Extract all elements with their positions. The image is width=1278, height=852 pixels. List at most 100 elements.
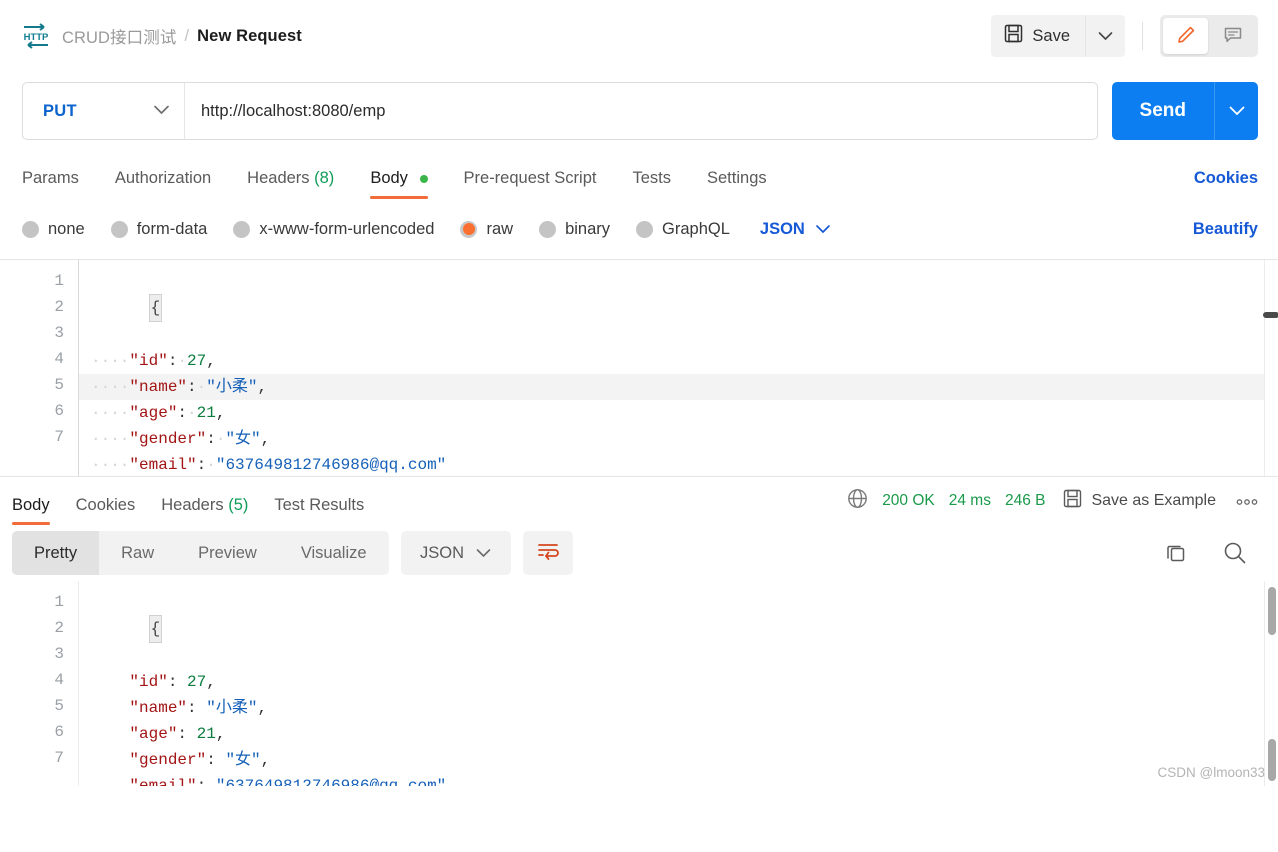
response-scrollbar-thumb-bottom[interactable] xyxy=(1268,739,1276,781)
tab-params[interactable]: Params xyxy=(22,169,79,199)
body-type-options: none form-data x-www-form-urlencoded raw… xyxy=(22,213,1258,245)
chevron-down-icon xyxy=(1098,29,1113,44)
search-icon[interactable] xyxy=(1222,540,1248,566)
request-editor-scrollbar-thumb[interactable] xyxy=(1263,312,1278,318)
line-number: 2 xyxy=(54,619,64,637)
beautify-link[interactable]: Beautify xyxy=(1193,220,1258,239)
save-as-example-button[interactable]: Save as Example xyxy=(1063,489,1216,513)
request-editor-scrollbar[interactable] xyxy=(1263,260,1278,476)
word-wrap-toggle-button[interactable] xyxy=(522,531,573,575)
code-value: "小柔" xyxy=(206,378,258,396)
body-type-binary[interactable]: binary xyxy=(539,220,610,239)
code-space: · xyxy=(196,378,207,396)
response-scrollbar[interactable] xyxy=(1264,581,1278,786)
response-headers-count: (5) xyxy=(228,496,249,514)
tab-settings[interactable]: Settings xyxy=(707,169,767,199)
tab-headers-count: (8) xyxy=(314,169,335,187)
code-value: 21 xyxy=(196,725,216,743)
http-method-label: PUT xyxy=(43,101,77,120)
line-number: 3 xyxy=(54,324,64,342)
response-scrollbar-thumb-top[interactable] xyxy=(1268,587,1276,635)
code-colon: : xyxy=(167,673,178,691)
body-type-graphql[interactable]: GraphQL xyxy=(636,220,730,239)
code-comma: , xyxy=(260,430,271,448)
url-bar: PUT http://localhost:8080/emp Send xyxy=(22,82,1258,140)
response-format-label: JSON xyxy=(420,543,465,562)
response-toolbar: Pretty Raw Preview Visualize JSON xyxy=(0,525,1278,581)
body-type-none[interactable]: none xyxy=(22,220,85,239)
comment-mode-button[interactable] xyxy=(1210,18,1255,54)
response-tab-test-results[interactable]: Test Results xyxy=(274,496,364,525)
send-button-group: Send xyxy=(1111,82,1258,140)
cookies-link[interactable]: Cookies xyxy=(1194,169,1258,199)
chevron-down-icon xyxy=(1229,104,1245,119)
response-tab-headers[interactable]: Headers (5) xyxy=(161,496,248,525)
save-button[interactable]: Save xyxy=(991,15,1085,57)
tab-authorization[interactable]: Authorization xyxy=(115,169,211,199)
tab-body[interactable]: Body xyxy=(370,169,428,199)
body-type-form-data[interactable]: form-data xyxy=(110,220,207,239)
response-code[interactable]: { "id": 27, "name": "小柔", "age": 21, "ge… xyxy=(78,581,1278,786)
chevron-down-icon xyxy=(153,102,170,120)
body-type-x-www-form-urlencoded[interactable]: x-www-form-urlencoded xyxy=(233,220,434,239)
request-body-editor[interactable]: 1 2 3 4 5 6 7 { ····"id":·27, ····"name"… xyxy=(0,259,1278,477)
tab-headers[interactable]: Headers (8) xyxy=(247,169,334,199)
tab-pre-request-script[interactable]: Pre-request Script xyxy=(464,169,597,199)
code-indent: ···· xyxy=(91,378,130,396)
view-mode-pretty[interactable]: Pretty xyxy=(12,531,100,575)
copy-icon[interactable] xyxy=(1164,541,1188,565)
code-line: { xyxy=(79,589,1278,669)
edit-mode-button[interactable] xyxy=(1163,18,1208,54)
code-key: "id" xyxy=(129,673,168,691)
code-key: "age" xyxy=(129,404,178,422)
code-indent: ···· xyxy=(91,404,130,422)
body-format-select[interactable]: JSON xyxy=(760,220,831,239)
http-icon: HTTP xyxy=(22,23,50,49)
save-options-caret-button[interactable] xyxy=(1085,15,1125,57)
breadcrumb-collection[interactable]: CRUD接口测试 xyxy=(62,24,176,48)
globe-icon[interactable] xyxy=(847,488,868,514)
response-format-select[interactable]: JSON xyxy=(400,531,511,575)
tab-label: Authorization xyxy=(114,169,212,187)
http-method-select[interactable]: PUT xyxy=(23,83,185,139)
tab-label: Tests xyxy=(632,169,671,187)
header-actions: Save xyxy=(991,15,1258,57)
code-comma: , xyxy=(215,404,226,422)
response-body-viewer[interactable]: 1 2 3 4 5 6 7 { "id": 27, "name": "小柔", … xyxy=(0,581,1278,786)
response-view-mode-group: Pretty Raw Preview Visualize xyxy=(12,531,389,575)
send-button[interactable]: Send xyxy=(1111,82,1214,140)
code-space: · xyxy=(177,352,188,370)
request-tabs: Params Authorization Headers (8) Body Pr… xyxy=(22,157,1258,199)
more-horizontal-icon[interactable] xyxy=(1230,490,1258,512)
radio-icon xyxy=(22,220,39,238)
view-mode-preview[interactable]: Preview xyxy=(176,531,279,575)
body-type-raw[interactable]: raw xyxy=(460,220,513,239)
breadcrumb: CRUD接口测试 / New Request xyxy=(62,24,302,48)
radio-icon xyxy=(110,220,128,238)
code-value: 27 xyxy=(187,352,207,370)
send-options-caret-button[interactable] xyxy=(1214,82,1258,140)
floppy-disk-icon xyxy=(1063,489,1082,513)
watermark: CSDN @lmoon33 xyxy=(1157,765,1266,780)
code-colon: : xyxy=(177,404,188,422)
view-mode-raw[interactable]: Raw xyxy=(99,531,176,575)
code-colon: : xyxy=(206,751,216,769)
response-tab-cookies[interactable]: Cookies xyxy=(76,496,136,525)
request-editor-code[interactable]: { ····"id":·27, ····"name":·"小柔", ····"a… xyxy=(78,260,1278,476)
code-indent: ···· xyxy=(91,456,130,474)
line-number: 5 xyxy=(54,376,64,394)
response-tab-body[interactable]: Body xyxy=(12,496,50,525)
tab-tests[interactable]: Tests xyxy=(632,169,671,199)
code-colon: : xyxy=(187,378,197,396)
body-type-label: x-www-form-urlencoded xyxy=(259,219,435,238)
code-line: "email": "637649812746986@qq.com" xyxy=(79,773,1278,786)
response-time: 24 ms xyxy=(948,492,991,509)
code-key: "email" xyxy=(129,456,197,474)
line-number: 4 xyxy=(54,350,64,368)
code-colon: : xyxy=(187,699,197,717)
url-input[interactable]: http://localhost:8080/emp xyxy=(185,83,1097,139)
view-mode-visualize[interactable]: Visualize xyxy=(279,531,389,575)
code-colon: : xyxy=(196,777,207,786)
code-comma: , xyxy=(215,725,226,743)
